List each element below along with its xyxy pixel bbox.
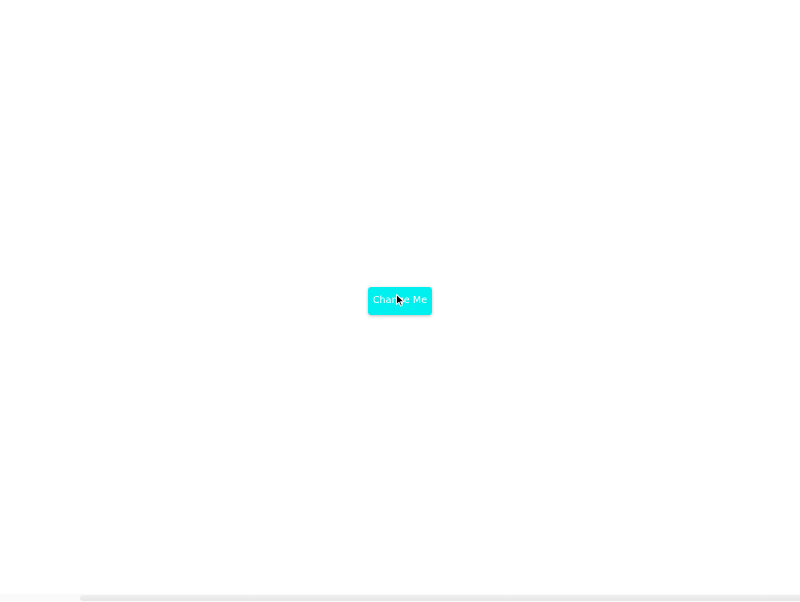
change-me-button[interactable]: Change Me — [368, 287, 432, 315]
scrollbar-thumb[interactable] — [80, 595, 800, 601]
horizontal-scrollbar[interactable] — [0, 594, 800, 602]
page-canvas: Change Me — [0, 0, 800, 602]
